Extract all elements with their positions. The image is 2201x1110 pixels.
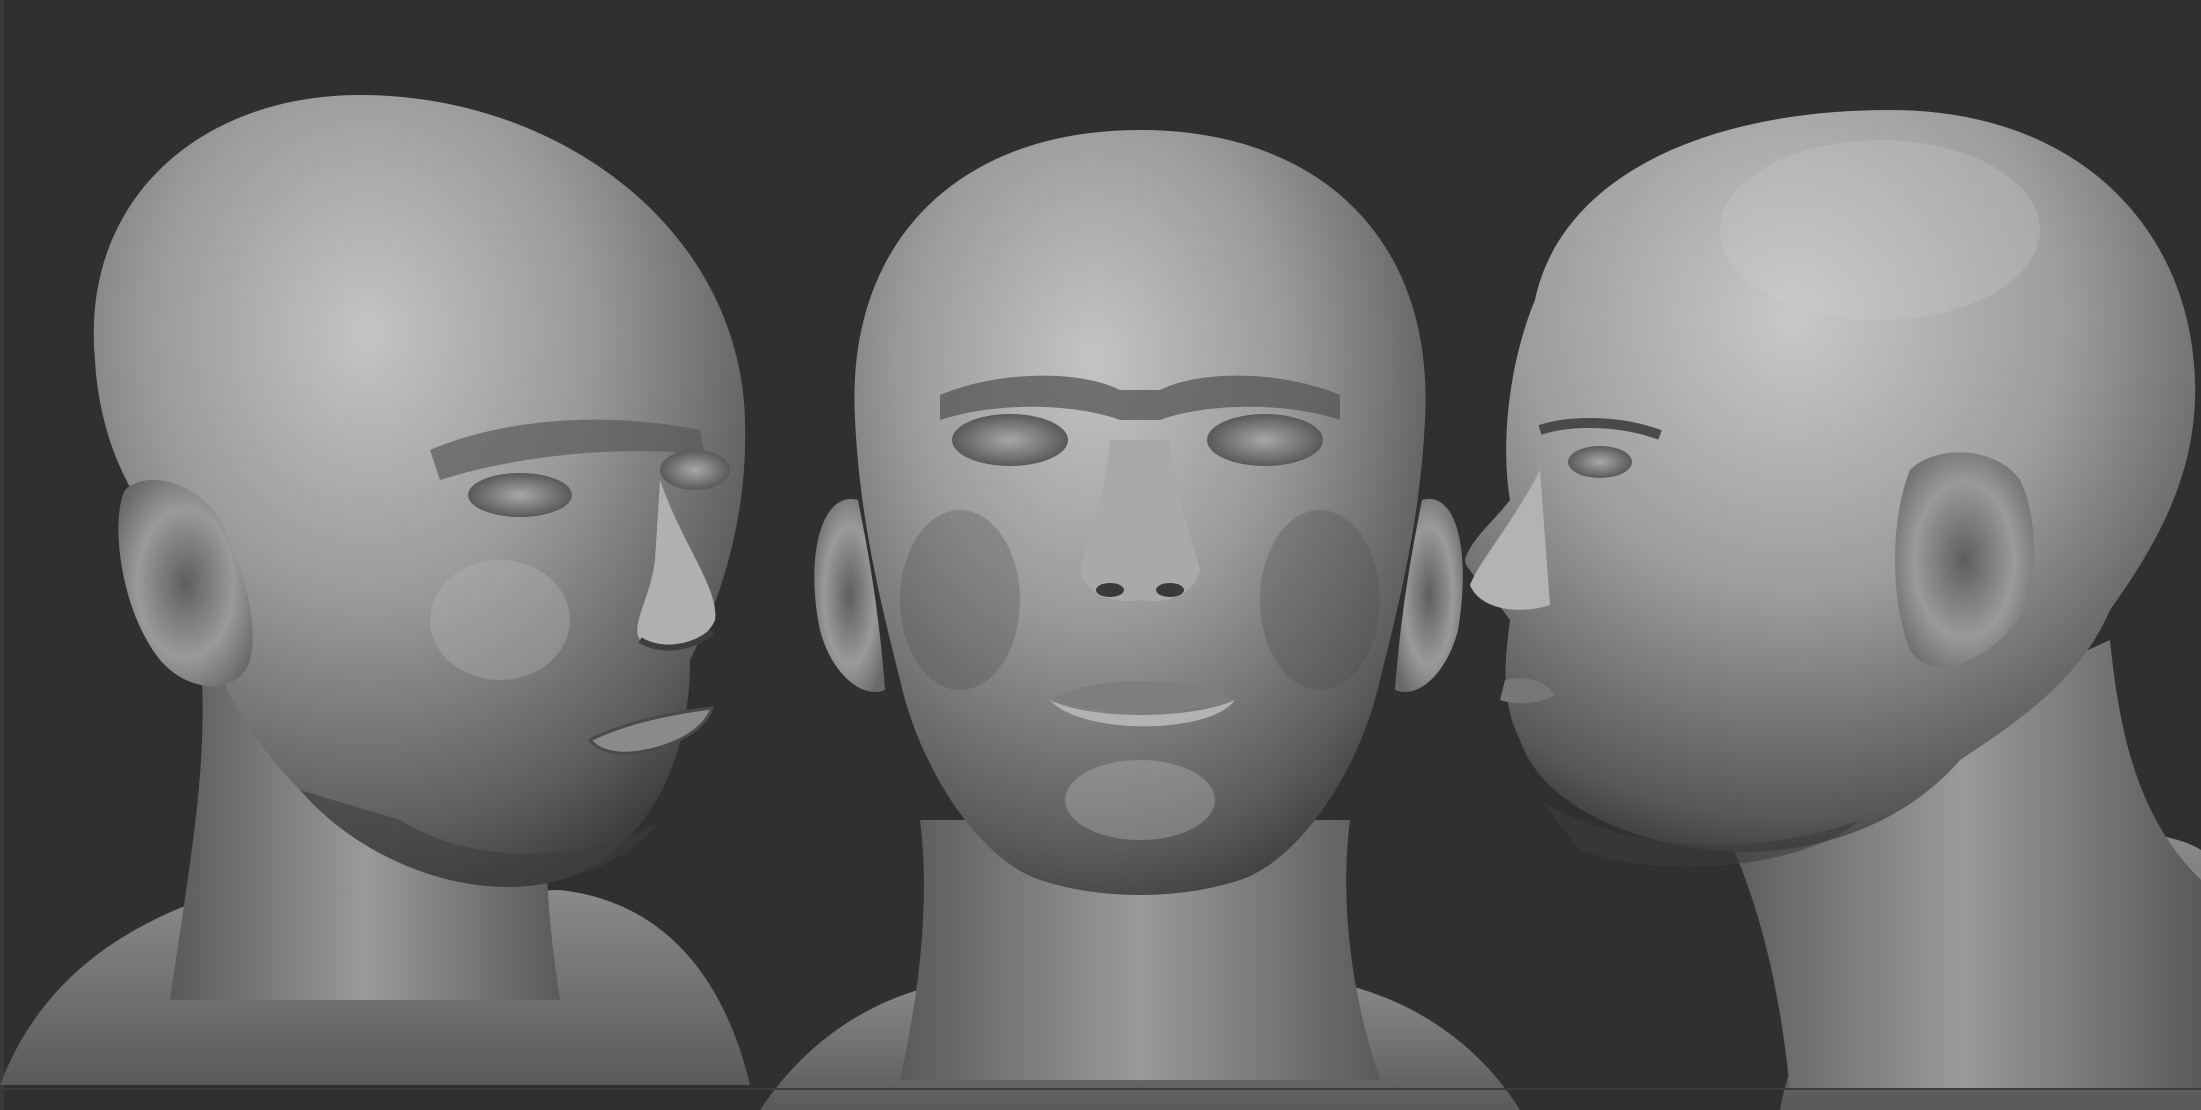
- left-bust-head: [93, 95, 746, 887]
- three-quarter-head: [0, 95, 750, 1085]
- left-bust-eye-2: [660, 450, 730, 490]
- sculpt-render: [0, 95, 2201, 1110]
- front-bust-eye-right: [1207, 414, 1323, 466]
- viewport-bottom-border: [0, 1088, 2201, 1090]
- front-bust-eye-left: [952, 414, 1068, 466]
- left-bust-eye-1: [468, 473, 572, 517]
- profile-bust-eye: [1568, 446, 1632, 478]
- front-head: [760, 130, 1520, 1110]
- sculpt-viewport: [0, 0, 2201, 1110]
- profile-head: [1465, 110, 2201, 1110]
